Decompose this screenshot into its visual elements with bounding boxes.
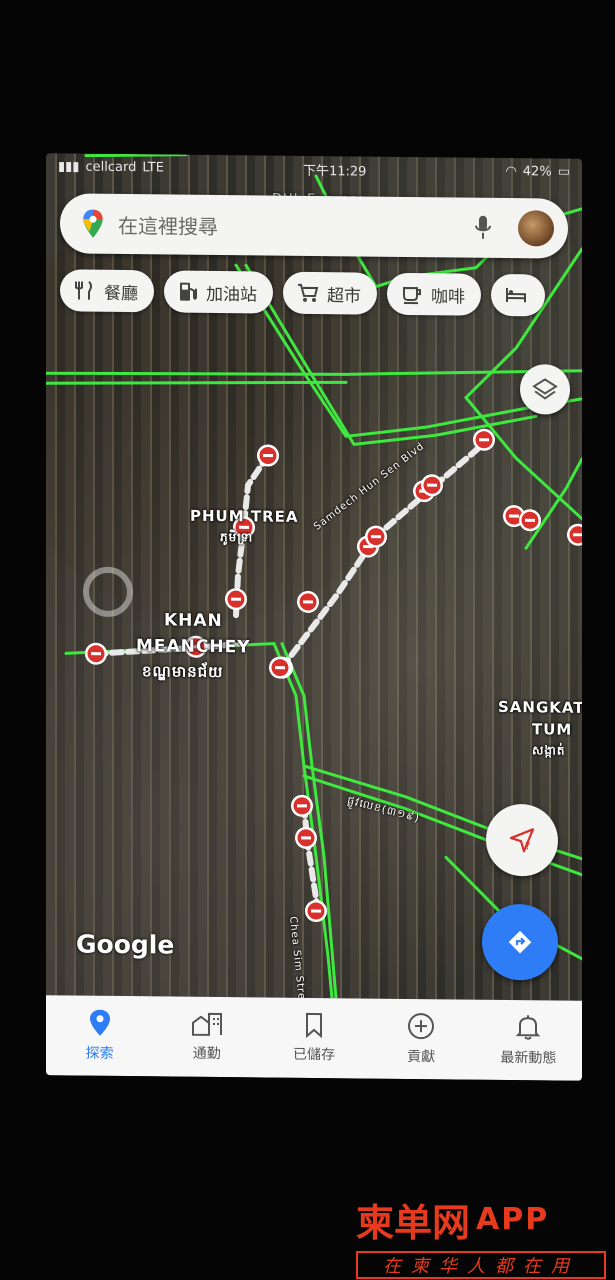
commute-icon (191, 1012, 222, 1036)
nav-label: 通勤 (192, 1045, 221, 1063)
carrier-name: cellcard (85, 159, 137, 175)
map-label-meanchey[interactable]: MEANCHEY (136, 636, 251, 657)
nav-label: 已儲存 (292, 1046, 335, 1064)
user-avatar[interactable] (518, 210, 554, 247)
category-chips: 餐廳 加油站 超市 咖啡 (46, 269, 582, 321)
phone-screen: DHL Express PHUM TREA ភូមិទ្រា KHAN MEAN… (46, 153, 582, 1081)
search-bar[interactable]: 在這裡搜尋 (60, 193, 568, 259)
wifi-icon: ◠ (505, 163, 517, 179)
signal-icon: ▮▮▮ (58, 158, 80, 175)
nav-commute[interactable]: 通勤 (157, 1010, 257, 1063)
restaurant-icon (75, 280, 92, 300)
map-label-phum-trea-khmer: ភូមិទ្រា (220, 530, 254, 545)
chip-gas-station[interactable]: 加油站 (164, 270, 273, 314)
nav-saved[interactable]: 已儲存 (264, 1011, 364, 1064)
search-input[interactable]: 在這裡搜尋 (118, 209, 474, 242)
bell-icon (516, 1015, 541, 1040)
cart-icon (298, 283, 319, 303)
network-type: LTE (142, 159, 164, 175)
add-circle-icon (408, 1013, 435, 1040)
stadium-shape (83, 566, 133, 617)
chip-label: 咖啡 (431, 286, 465, 308)
chip-label: 加油站 (206, 284, 257, 305)
nav-explore[interactable]: 探索 (50, 1008, 150, 1063)
chip-hotel[interactable] (491, 273, 545, 317)
chip-coffee[interactable]: 咖啡 (387, 272, 481, 316)
map-label-tum[interactable]: TUM (532, 720, 572, 738)
directions-icon (508, 930, 532, 954)
status-time: 下午11:29 (302, 163, 367, 180)
bottom-navigation: 探索 通勤 已儲存 貢獻 最新動態 (46, 995, 582, 1081)
watermark: 柬单网 APP 在柬华人都在用 (356, 1192, 612, 1279)
layers-button[interactable] (520, 364, 570, 415)
location-arrow-icon: ? (509, 828, 535, 853)
map-label-sangkat-khmer: សង្កាត់ (532, 743, 566, 758)
mic-icon[interactable] (474, 215, 492, 241)
hotel-icon (506, 288, 526, 303)
watermark-subtitle: 在柬华人都在用 (356, 1251, 606, 1279)
layers-icon (532, 378, 558, 400)
chip-label: 餐廳 (104, 283, 138, 304)
map-label-khan-khmer: ខណ្ឌមានជ័យ (142, 662, 224, 682)
map-label-khan[interactable]: KHAN (164, 610, 223, 631)
gas-station-icon (180, 282, 197, 301)
map-label-sangkat[interactable]: SANGKAT (498, 698, 582, 717)
watermark-app: APP (476, 1202, 550, 1237)
battery-icon: ▭ (557, 164, 570, 180)
my-location-button[interactable]: ? (486, 803, 558, 877)
chip-restaurant[interactable]: 餐廳 (60, 269, 154, 313)
google-logo: Google (76, 929, 175, 960)
battery-level: 42% (522, 163, 552, 179)
bookmark-icon (305, 1012, 322, 1039)
chip-label: 超市 (327, 285, 361, 306)
nav-label: 探索 (85, 1045, 114, 1062)
chip-supermarket[interactable]: 超市 (283, 271, 377, 315)
nav-contribute[interactable]: 貢獻 (371, 1012, 471, 1067)
coffee-icon (403, 286, 421, 305)
explore-pin-icon (89, 1009, 110, 1036)
map-label-phum-trea[interactable]: PHUM TREA (190, 507, 299, 526)
watermark-title: 柬单网 (356, 1201, 471, 1245)
nav-label: 貢獻 (407, 1048, 436, 1066)
nav-label: 最新動態 (500, 1049, 557, 1067)
nav-updates[interactable]: 最新動態 (478, 1013, 578, 1068)
svg-text:?: ? (525, 841, 530, 852)
google-maps-pin-icon (83, 209, 103, 238)
directions-button[interactable] (482, 903, 558, 981)
